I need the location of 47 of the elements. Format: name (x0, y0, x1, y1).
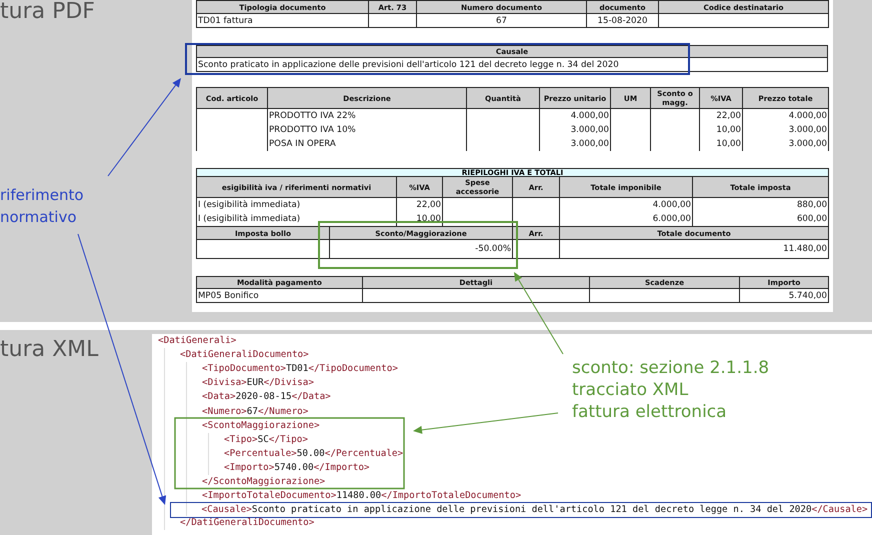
table-cell (512, 240, 560, 258)
table-cell: POSA IN OPERA (268, 137, 466, 151)
code-line: <Causale>Sconto praticato in applicazione delle previsioni dell'articolo 121 del decreto legge n. 34 del 2020</Causale> (202, 504, 868, 515)
code-line: <Divisa>EUR</Divisa> (202, 378, 314, 388)
table-cell: 3.000,00 (742, 137, 828, 151)
table-cell: TD01 fattura (196, 14, 368, 28)
table-cell: 5.740,00 (740, 288, 828, 302)
table-cell: -50.00% (330, 240, 512, 258)
table-cell: 3.000,00 (540, 123, 610, 137)
table-cell (196, 123, 268, 137)
table-cell (196, 137, 268, 151)
table-cell: 3.000,00 (742, 123, 828, 137)
table-cell: 11.480,00 (560, 240, 828, 258)
code-line: <Numero>67</Numero> (202, 406, 308, 417)
code-line: <DatiGenerali> (158, 336, 236, 346)
table-cell (196, 108, 268, 123)
table-cell: PRODOTTO IVA 10% (268, 123, 466, 137)
table-cell: 15-08-2020 (586, 14, 658, 28)
table-cell: MP05 Bonifico (196, 288, 362, 302)
table-cell: PRODOTTO IVA 22% (268, 108, 466, 123)
table-cell: 67 (416, 14, 586, 28)
section-title: tura XML (0, 338, 100, 362)
annotation-text: sconto: sezione 2.1.1.8 tracciato XML fattura elettronica (572, 357, 770, 423)
code-line: </ScontoMaggiorazione> (202, 476, 326, 487)
code-line: <TipoDocumento>TD01</TipoDocumento> (202, 364, 398, 374)
table-cell: 22,00 (700, 108, 742, 123)
table-cell: 4.000,00 (560, 198, 692, 212)
table-cell: 4.000,00 (540, 108, 610, 123)
table-cell: 22,00 (396, 198, 442, 212)
table-cell: I (esigibilità immediata) (196, 198, 396, 212)
code-line: <Percentuale>50.00</Percentuale> (224, 448, 404, 459)
code-line: <DatiGeneraliDocumento> (180, 350, 309, 360)
annotation-text: riferimento normativo (0, 185, 85, 228)
table-cell: 880,00 (692, 198, 829, 212)
table-cell (368, 14, 416, 28)
table-cell: Sconto praticato in applicazione delle previsioni dell'articolo 121 del decreto legge n. 34 del 2020 (196, 58, 828, 72)
code-line: <ImportoTotaleDocumento>11480.00</ImportoTotaleDocumento> (202, 491, 522, 502)
code-line: <Importo>5740.00</Importo> (224, 462, 370, 473)
table-cell: 3.000,00 (540, 137, 610, 151)
table-cell: 10,00 (700, 137, 742, 151)
code-line: <Tipo>SC</Tipo> (224, 434, 308, 445)
section-title: tura PDF (0, 0, 96, 24)
code-line: <ScontoMaggiorazione> (202, 420, 320, 431)
code-line: <Data>2020-08-15</Data> (202, 392, 331, 402)
table-cell: 4.000,00 (742, 108, 828, 123)
code-line: </DatiGeneraliDocumento> (180, 518, 314, 528)
table-cell: 10,00 (700, 123, 742, 137)
